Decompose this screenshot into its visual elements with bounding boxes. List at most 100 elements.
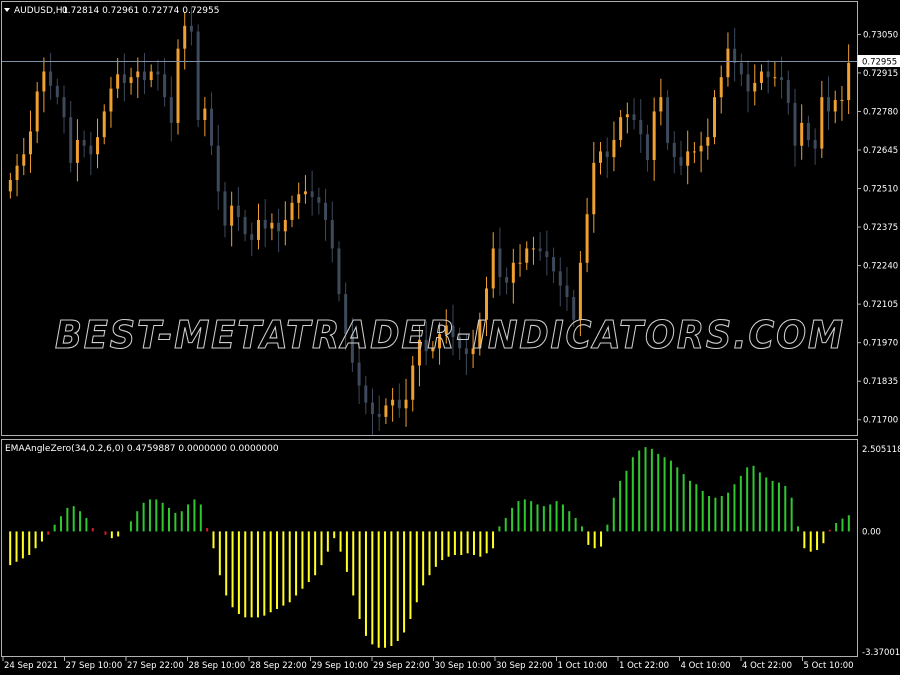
candle-body [163,74,167,98]
time-tick-label: 27 Sep 22:00 [127,661,184,671]
candle-body [109,88,113,112]
time-tick-label: 4 Oct 10:00 [681,661,731,671]
price-tick-label: 0.72510 [863,185,898,195]
time-tick-label: 4 Oct 22:00 [742,661,792,671]
indicator-axis: 2.5051184 0.00 -3.3700112 [862,445,900,658]
time-tick-label: 24 Sep 2021 [4,661,58,671]
candle [122,53,126,102]
candle [8,172,12,199]
candle-body [531,248,535,250]
chevron-down-icon[interactable] [4,8,10,12]
candle [404,378,408,427]
candle [498,227,502,296]
candle [317,187,321,215]
candle [290,195,294,228]
candle-body [28,131,32,155]
candle [612,121,616,172]
candle [632,98,636,130]
candle [726,32,730,87]
candle [149,64,153,88]
candle [324,188,328,241]
price-tick-label: 0.72375 [863,223,898,233]
candle-body [565,285,569,297]
time-tick-label: 30 Sep 10:00 [435,661,492,671]
candle-body [639,120,643,135]
candle-body [210,108,214,146]
candle-body [625,114,629,118]
candle-body [666,97,670,143]
watermark: BEST-METATRADER-INDICATORS.COM [55,313,845,357]
candle [840,86,844,121]
candle [552,247,556,284]
candle [82,130,86,158]
candle [538,232,542,261]
candle [813,128,817,165]
candle [793,88,797,167]
indicator-tick-label: -3.3700112 [862,648,900,658]
candle-body [498,248,502,278]
ohlc-values: 0.72814 0.72961 0.72774 0.72955 [62,6,219,16]
candle [116,58,120,99]
candle-body [632,114,636,121]
candle [505,267,509,295]
candle [203,96,207,137]
candle [397,383,401,418]
candle [531,236,535,265]
time-tick-label: 27 Sep 10:00 [66,661,123,671]
candle-body [55,85,59,98]
chart-window: 0.73050 0.72915 0.72780 0.72645 0.72510 0.723… [1,1,900,671]
candle-body [766,71,770,78]
candle-body [62,97,66,118]
candle [652,97,656,181]
candle-body [726,48,730,78]
candle [599,142,603,175]
candle-body [270,222,274,229]
candle-body [813,140,817,149]
candle-body [397,399,401,409]
candle-body [692,151,696,153]
candle [303,175,307,204]
candle [236,187,240,232]
candle-body [35,91,39,132]
candle-body [592,162,596,215]
candle-body [69,117,73,163]
price-tick-label: 0.72915 [863,69,898,79]
candle [511,248,515,304]
candle [659,78,663,126]
main-header: AUDUSD,H1 0.72814 0.72961 0.72774 0.7295… [4,6,219,16]
candle-body [391,399,395,406]
candle [518,244,522,277]
candle-body [122,74,126,83]
candle-body [773,77,777,79]
candle-body [49,71,53,86]
candle [384,398,388,425]
candle [806,115,810,148]
candle-body [8,179,12,192]
candle-body [552,257,556,272]
candle [706,118,710,160]
current-price-value: 0.72955 [862,58,897,68]
candle [558,257,562,307]
candle-body [558,271,562,286]
candle-body [619,117,623,141]
price-tick-label: 0.73050 [863,30,898,40]
indicator-histogram [9,447,850,648]
candle [780,56,784,99]
candle-body [256,219,260,240]
candle-body [129,77,133,83]
candle-body [793,102,797,146]
candle-body [75,140,79,163]
candle [15,153,19,197]
candle [666,90,670,150]
candle [773,60,777,87]
candle-body [364,385,368,403]
candle-body [243,217,247,235]
candle-body [786,80,790,103]
candle [230,191,234,247]
candle [102,104,106,145]
candle [619,110,623,148]
candle-body [96,137,100,155]
time-tick-label: 1 Oct 22:00 [619,661,669,671]
candle [109,76,113,128]
candle [672,131,676,174]
